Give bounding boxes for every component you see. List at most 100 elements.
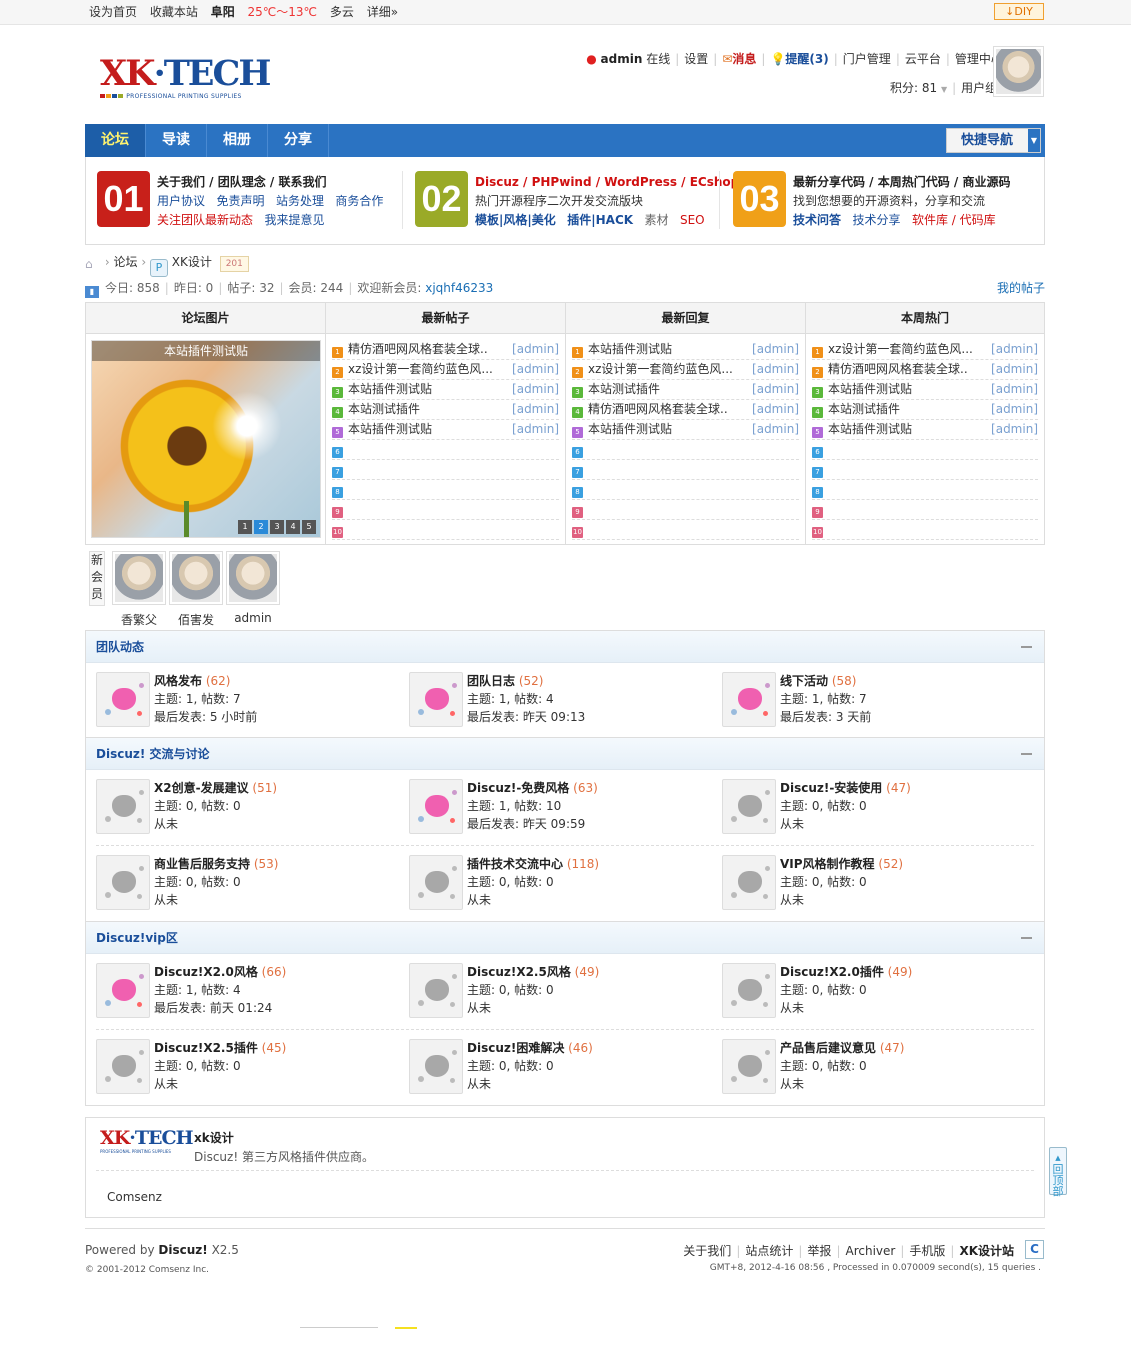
list-item[interactable]: 4 精仿酒吧网风格套装全球.. [admin] xyxy=(572,400,799,420)
post-author[interactable]: [admin] xyxy=(987,380,1038,399)
post-author[interactable]: [admin] xyxy=(508,380,559,399)
comsenz-link[interactable]: Comsenz xyxy=(107,1190,162,1204)
section-title[interactable]: Discuz!vip区 xyxy=(96,931,178,945)
post-title[interactable]: xz设计第一套简约蓝色风... xyxy=(588,362,733,376)
forum-last-post[interactable]: 最后发表: 3 天前 xyxy=(780,708,871,726)
collapse-icon[interactable] xyxy=(1021,646,1032,648)
link-materials[interactable]: 素材 xyxy=(645,213,669,227)
breadcrumb-site[interactable]: XK设计 xyxy=(172,255,212,269)
set-home-link[interactable]: 设为首页 xyxy=(89,5,137,19)
link-disclaimer[interactable]: 免责声明 xyxy=(216,194,264,208)
link-seo[interactable]: SEO xyxy=(680,213,705,227)
nav-forum[interactable]: 论坛 xyxy=(85,124,146,157)
collapse-icon[interactable] xyxy=(1021,753,1032,755)
list-item[interactable]: 5 本站插件测试贴 [admin] xyxy=(572,420,799,440)
footer-link-about[interactable]: 关于我们 xyxy=(683,1244,731,1258)
footer-link-archiver[interactable]: Archiver xyxy=(845,1244,895,1258)
quick-nav-button[interactable]: 快捷导航 ▼ xyxy=(946,128,1041,153)
list-item[interactable]: 2 xz设计第一套简约蓝色风... [admin] xyxy=(332,360,559,380)
post-author[interactable]: [admin] xyxy=(508,360,559,379)
portal-mgmt-link[interactable]: 门户管理 xyxy=(843,52,891,66)
list-item[interactable]: 1 本站插件测试贴 [admin] xyxy=(572,340,799,360)
list-item[interactable]: 3 本站测试插件 [admin] xyxy=(572,380,799,400)
forum-name[interactable]: 插件技术交流中心 xyxy=(467,857,563,871)
post-title[interactable]: xz设计第一套简约蓝色风... xyxy=(828,342,973,356)
footer-link-stats[interactable]: 站点统计 xyxy=(745,1244,793,1258)
link-tech-qa[interactable]: 技术问答 xyxy=(793,213,841,227)
forum-name[interactable]: Discuz!X2.5风格 xyxy=(467,965,571,979)
forum-icon[interactable] xyxy=(722,1039,776,1094)
nav-share[interactable]: 分享 xyxy=(268,124,329,157)
member-name[interactable]: admin xyxy=(226,611,280,625)
list-item[interactable]: 3 本站插件测试贴 [admin] xyxy=(332,380,559,400)
cloud-link[interactable]: 云平台 xyxy=(905,52,941,66)
forum-name[interactable]: 商业售后服务支持 xyxy=(154,857,250,871)
site-logo[interactable]: XK·TECH PROFESSIONAL PRINTING SUPPLIES xyxy=(100,56,271,106)
list-item[interactable]: 4 本站测试插件 [admin] xyxy=(332,400,559,420)
slider-dot[interactable]: 5 xyxy=(302,520,316,534)
back-to-top-button[interactable]: ▲ 回顶部 xyxy=(1049,1147,1067,1197)
weather-detail-link[interactable]: 详细» xyxy=(367,5,398,19)
member-card[interactable]: 佰害发 xyxy=(169,551,223,628)
list-item[interactable]: 2 xz设计第一套简约蓝色风... [admin] xyxy=(572,360,799,380)
breadcrumb-forum[interactable]: 论坛 xyxy=(113,255,137,269)
forum-icon[interactable] xyxy=(722,963,776,1018)
feature-2-title[interactable]: Discuz / PHPwind / WordPress / ECshop xyxy=(475,173,739,192)
forum-name[interactable]: Discuz!X2.0插件 xyxy=(780,965,884,979)
avatar[interactable] xyxy=(993,46,1044,97)
feature-1-title[interactable]: 关于我们 / 团队理念 / 联系我们 xyxy=(157,173,383,192)
list-item[interactable]: 5 本站插件测试贴 [admin] xyxy=(332,420,559,440)
username-link[interactable]: admin xyxy=(601,52,643,66)
forum-icon[interactable] xyxy=(96,963,150,1018)
forum-icon[interactable] xyxy=(409,1039,463,1094)
forum-icon[interactable] xyxy=(409,779,463,834)
post-title[interactable]: 本站插件测试贴 xyxy=(588,342,672,356)
forum-icon[interactable] xyxy=(409,855,463,910)
forum-name[interactable]: X2创意-发展建议 xyxy=(154,781,249,795)
member-card[interactable]: admin xyxy=(226,551,280,625)
post-title[interactable]: 精仿酒吧网风格套装全球.. xyxy=(588,402,728,416)
slider-caption[interactable]: 本站插件测试贴 xyxy=(92,341,320,361)
site-name[interactable]: xk设计 xyxy=(194,1129,234,1146)
post-title[interactable]: 本站插件测试贴 xyxy=(828,382,912,396)
forum-name[interactable]: 风格发布 xyxy=(154,674,202,688)
forum-icon[interactable] xyxy=(96,672,150,727)
slider-dot[interactable]: 4 xyxy=(286,520,300,534)
list-item[interactable]: 1 xz设计第一套简约蓝色风... [admin] xyxy=(812,340,1038,360)
post-author[interactable]: [admin] xyxy=(748,420,799,439)
messages-link[interactable]: 消息 xyxy=(732,52,756,66)
post-author[interactable]: [admin] xyxy=(508,400,559,419)
member-name[interactable]: 香繁父 xyxy=(112,611,166,628)
points-link[interactable]: 积分: 81 xyxy=(890,81,937,95)
my-posts-link[interactable]: 我的帖子 xyxy=(997,280,1045,296)
footer-link-mobile[interactable]: 手机版 xyxy=(909,1244,945,1258)
post-title[interactable]: 本站插件测试贴 xyxy=(828,422,912,436)
feature-3-title[interactable]: 最新分享代码 / 本周热门代码 / 商业源码 xyxy=(793,173,1010,192)
post-author[interactable]: [admin] xyxy=(987,360,1038,379)
section-title[interactable]: Discuz! 交流与讨论 xyxy=(96,747,210,761)
post-author[interactable]: [admin] xyxy=(748,340,799,359)
forum-last-post[interactable]: 最后发表: 昨天 09:59 xyxy=(467,815,598,833)
forum-name[interactable]: 团队日志 xyxy=(467,674,515,688)
link-business[interactable]: 商务合作 xyxy=(335,194,383,208)
cnzz-badge-icon[interactable]: C xyxy=(1025,1240,1044,1259)
footer-logo[interactable]: XK·TECH PROFESSIONAL PRINTING SUPPLIES xyxy=(100,1128,194,1163)
forum-icon[interactable] xyxy=(96,779,150,834)
forum-last-post[interactable]: 最后发表: 昨天 09:13 xyxy=(467,708,585,726)
collapse-icon[interactable] xyxy=(1021,937,1032,939)
post-author[interactable]: [admin] xyxy=(508,420,559,439)
post-title[interactable]: 精仿酒吧网风格套装全球.. xyxy=(828,362,968,376)
post-author[interactable]: [admin] xyxy=(748,360,799,379)
link-tech-share[interactable]: 技术分享 xyxy=(852,213,900,227)
post-title[interactable]: 本站测试插件 xyxy=(348,402,420,416)
forum-name[interactable]: 线下活动 xyxy=(780,674,828,688)
post-title[interactable]: 本站测试插件 xyxy=(588,382,660,396)
post-author[interactable]: [admin] xyxy=(748,380,799,399)
nav-guide[interactable]: 导读 xyxy=(146,124,207,157)
image-slider[interactable]: 本站插件测试贴 12345 xyxy=(91,340,321,538)
forum-icon[interactable] xyxy=(409,672,463,727)
forum-icon[interactable] xyxy=(722,672,776,727)
slider-dot[interactable]: 2 xyxy=(254,520,268,534)
link-feedback[interactable]: 我来提意见 xyxy=(264,213,324,227)
post-author[interactable]: [admin] xyxy=(987,420,1038,439)
